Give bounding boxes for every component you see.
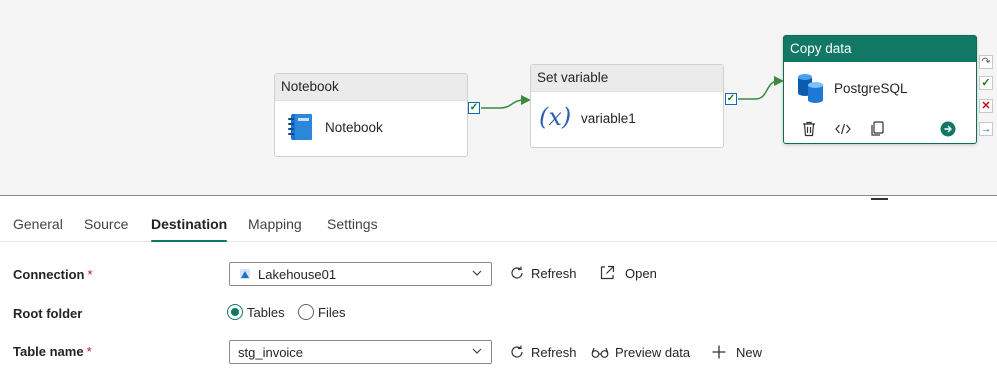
table-name-dropdown[interactable]: stg_invoice <box>229 340 492 364</box>
radio-files[interactable]: Files <box>298 304 345 320</box>
node-header: Notebook <box>275 74 467 101</box>
arrow-right-icon: → <box>980 123 992 135</box>
notebook-icon <box>288 113 314 144</box>
postgresql-database-icon <box>797 73 825 106</box>
required-marker: * <box>87 267 93 282</box>
tab-general[interactable]: General <box>13 216 63 232</box>
copy-data-activity-node[interactable]: Copy data PostgreSQL <box>783 35 977 144</box>
connection-label: Connection * <box>13 267 93 282</box>
radio-tables[interactable]: Tables <box>227 304 285 320</box>
radio-indicator <box>298 304 314 320</box>
success-output-port[interactable]: ✓ <box>725 93 737 105</box>
check-icon: ✓ <box>726 93 736 104</box>
table-refresh-button[interactable]: Refresh <box>509 344 577 360</box>
failure-output-port[interactable]: ✕ <box>979 99 993 113</box>
set-variable-activity-node[interactable]: Set variable (x) variable1 <box>530 64 724 148</box>
run-icon[interactable] <box>939 120 957 138</box>
lakehouse-icon <box>239 268 251 283</box>
tab-mapping[interactable]: Mapping <box>248 216 302 232</box>
check-icon: ✓ <box>469 102 479 113</box>
delete-icon[interactable] <box>800 120 818 138</box>
connection-refresh-button[interactable]: Refresh <box>509 265 577 281</box>
variable-icon: (x) <box>539 103 572 131</box>
panel-divider <box>0 195 997 196</box>
refresh-icon <box>511 345 523 358</box>
tab-source[interactable]: Source <box>84 216 128 232</box>
connector-set-variable-to-copy-data <box>738 80 779 100</box>
tab-settings[interactable]: Settings <box>327 216 378 232</box>
completion-output-port[interactable]: → <box>979 122 993 136</box>
connector-notebook-to-set-variable <box>481 99 527 109</box>
node-header: Set variable <box>531 65 723 92</box>
glasses-icon <box>591 347 609 358</box>
skip-output-port[interactable]: ↷ <box>979 55 993 69</box>
success-output-port[interactable]: ✓ <box>468 102 480 114</box>
root-folder-label: Root folder <box>13 306 83 321</box>
chevron-down-icon <box>472 270 482 276</box>
connection-open-button[interactable]: Open <box>599 265 657 281</box>
skip-arrow-icon: ↷ <box>981 56 991 68</box>
copy-icon[interactable] <box>868 120 886 138</box>
close-icon: ✕ <box>981 100 991 112</box>
node-label: PostgreSQL <box>834 81 908 96</box>
pipeline-canvas[interactable]: Notebook Notebook ✓ Set variable (x) var… <box>0 0 997 196</box>
code-icon[interactable] <box>834 120 852 138</box>
preview-data-button[interactable]: Preview data <box>591 344 690 360</box>
notebook-activity-node[interactable]: Notebook Notebook <box>274 73 468 157</box>
node-label: Notebook <box>325 120 383 135</box>
node-label: variable1 <box>581 111 636 126</box>
connection-dropdown[interactable]: Lakehouse01 <box>229 262 492 286</box>
chevron-down-icon <box>472 348 482 354</box>
new-table-button[interactable]: New <box>711 344 762 360</box>
open-external-icon <box>600 265 615 280</box>
required-marker: * <box>86 344 92 359</box>
tab-destination[interactable]: Destination <box>151 216 228 242</box>
check-icon: ✓ <box>981 77 991 89</box>
success-output-port[interactable]: ✓ <box>979 76 993 90</box>
node-header: Copy data <box>784 36 976 62</box>
properties-tabs: General Source Destination Mapping Setti… <box>0 202 997 242</box>
resize-grip[interactable] <box>871 198 888 200</box>
table-name-label: Table name * <box>13 344 92 359</box>
table-name-value: stg_invoice <box>238 345 304 360</box>
connection-value: Lakehouse01 <box>258 267 337 282</box>
plus-icon <box>712 345 726 359</box>
radio-selected-indicator <box>227 304 243 320</box>
refresh-icon <box>511 266 523 279</box>
